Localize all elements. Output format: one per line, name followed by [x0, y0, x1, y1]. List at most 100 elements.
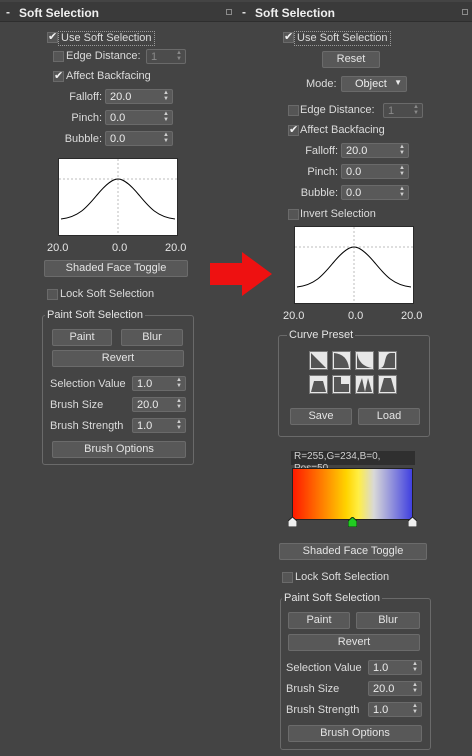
right-bubble-spinner[interactable]: 0.0 ▲ ▼	[341, 185, 409, 200]
spinner-arrows-icon[interactable]: ▲ ▼	[176, 50, 182, 62]
right-falloff-curve-icon	[295, 227, 413, 303]
spinner-arrows-icon[interactable]: ▲ ▼	[176, 419, 182, 431]
chevron-down-icon[interactable]: ▼	[394, 78, 402, 87]
right-paint-group-title: Paint Soft Selection	[282, 592, 383, 605]
right-lock-soft-selection-checkbox[interactable]	[282, 572, 293, 583]
right-mode-label: Mode:	[306, 78, 337, 90]
spinner-arrows-icon[interactable]: ▲ ▼	[163, 111, 169, 123]
right-brush-options-button[interactable]: Brush Options	[288, 725, 422, 742]
spinner-arrows-icon[interactable]: ▲ ▼	[399, 144, 405, 156]
right-mode-dropdown[interactable]: Object ▼	[341, 76, 407, 92]
left-brush-size-label: Brush Size	[50, 399, 104, 411]
left-brush-options-button[interactable]: Brush Options	[52, 441, 186, 458]
left-lock-soft-selection-checkbox[interactable]	[47, 289, 58, 300]
right-rollout-title[interactable]: Soft Selection	[255, 6, 335, 20]
left-shaded-face-toggle-button[interactable]: Shaded Face Toggle	[44, 260, 188, 277]
right-falloff-color-gradient[interactable]	[292, 468, 413, 520]
left-bubble-spinner[interactable]: 0.0 ▲ ▼	[105, 131, 173, 146]
right-pinch-label: Pinch:	[307, 166, 338, 178]
gradient-flag-left-icon[interactable]	[288, 517, 297, 527]
right-curve-load-button[interactable]: Load	[358, 408, 420, 425]
curve-preset-ramp-icon[interactable]	[378, 375, 397, 394]
left-brush-size-spinner[interactable]: 20.0 ▲ ▼	[132, 397, 186, 412]
curve-preset-convex-icon[interactable]	[332, 351, 351, 370]
right-rollout-header[interactable]: - Soft Selection	[236, 2, 472, 22]
left-rollout-title[interactable]: Soft Selection	[19, 6, 99, 20]
curve-preset-spike-icon[interactable]	[355, 375, 374, 394]
left-paint-button[interactable]: Paint	[52, 329, 112, 346]
left-collapse-sign[interactable]: -	[6, 5, 10, 19]
curve-preset-step-icon[interactable]	[332, 375, 351, 394]
spinner-arrows-icon[interactable]: ▲ ▼	[399, 186, 405, 198]
right-falloff-label: Falloff:	[305, 145, 338, 157]
right-edge-distance-spinner[interactable]: 1 ▲ ▼	[383, 103, 423, 118]
right-invert-selection-checkbox[interactable]	[288, 209, 299, 220]
left-selection-value-spinner[interactable]: 1.0 ▲ ▼	[132, 376, 186, 391]
right-curve-preset-title: Curve Preset	[287, 329, 356, 342]
right-brush-size-label: Brush Size	[286, 683, 340, 695]
right-selection-value-spinner[interactable]: 1.0 ▲ ▼	[368, 660, 422, 675]
curve-preset-linear-icon[interactable]	[309, 351, 328, 370]
left-use-soft-selection-checkbox[interactable]	[47, 30, 58, 43]
right-blur-button[interactable]: Blur	[356, 612, 420, 629]
right-lock-soft-selection-label: Lock Soft Selection	[295, 571, 390, 583]
spinner-arrows-icon[interactable]: ▲ ▼	[163, 90, 169, 102]
spinner-arrows-icon[interactable]: ▲ ▼	[163, 132, 169, 144]
right-curve-mid-tick: 0.0	[348, 310, 364, 322]
left-curve-left-tick: 20.0	[47, 242, 69, 254]
right-curve-save-button[interactable]: Save	[290, 408, 352, 425]
spinner-arrows-icon[interactable]: ▲ ▼	[399, 165, 405, 177]
spinner-arrows-icon[interactable]: ▲ ▼	[412, 661, 418, 673]
right-brush-strength-label: Brush Strength	[286, 704, 360, 716]
right-revert-button[interactable]: Revert	[288, 634, 420, 651]
right-use-soft-selection-label[interactable]: Use Soft Selection	[294, 31, 391, 46]
right-brush-strength-spinner[interactable]: 1.0 ▲ ▼	[368, 702, 422, 717]
spinner-arrows-icon[interactable]: ▲ ▼	[412, 682, 418, 694]
left-curve-right-tick: 20.0	[165, 242, 187, 254]
curve-preset-plateau-icon[interactable]	[309, 375, 328, 394]
right-shaded-face-toggle-button[interactable]: Shaded Face Toggle	[279, 543, 427, 560]
right-edge-distance-checkbox[interactable]	[288, 105, 299, 116]
right-curve-right-tick: 20.0	[401, 310, 423, 322]
right-affect-backfacing-checkbox[interactable]	[288, 123, 299, 136]
red-right-arrow-icon	[210, 252, 272, 296]
left-pinch-label: Pinch:	[71, 112, 102, 124]
right-edge-distance-label: Edge Distance:	[300, 104, 375, 116]
right-collapse-sign[interactable]: -	[242, 5, 246, 19]
left-blur-button[interactable]: Blur	[121, 329, 183, 346]
right-falloff-curve-graph	[294, 226, 414, 304]
left-falloff-curve-graph	[58, 158, 178, 236]
curve-preset-concave-icon[interactable]	[355, 351, 374, 370]
left-falloff-curve-icon	[59, 159, 177, 235]
left-edge-distance-spinner[interactable]: 1 ▲ ▼	[146, 49, 186, 64]
right-brush-size-spinner[interactable]: 20.0 ▲ ▼	[368, 681, 422, 696]
left-revert-button[interactable]: Revert	[52, 350, 184, 367]
spinner-arrows-icon[interactable]: ▲ ▼	[176, 398, 182, 410]
left-brush-strength-spinner[interactable]: 1.0 ▲ ▼	[132, 418, 186, 433]
right-reset-button[interactable]: Reset	[322, 51, 380, 68]
left-affect-backfacing-checkbox[interactable]	[53, 69, 64, 82]
left-lock-soft-selection-label: Lock Soft Selection	[60, 288, 155, 300]
left-falloff-spinner[interactable]: 20.0 ▲ ▼	[105, 89, 173, 104]
left-pinch-spinner[interactable]: 0.0 ▲ ▼	[105, 110, 173, 125]
spinner-arrows-icon[interactable]: ▲ ▼	[412, 703, 418, 715]
gradient-flag-middle-icon[interactable]	[348, 517, 357, 527]
right-use-soft-selection-checkbox[interactable]	[283, 30, 294, 43]
right-rollout-grip-icon[interactable]	[462, 9, 468, 15]
left-falloff-label: Falloff:	[69, 91, 102, 103]
curve-preset-smooth-icon[interactable]	[378, 351, 397, 370]
left-edge-distance-label: Edge Distance:	[66, 50, 141, 62]
right-falloff-spinner[interactable]: 20.0 ▲ ▼	[341, 143, 409, 158]
spinner-arrows-icon[interactable]: ▲ ▼	[413, 104, 419, 116]
left-rollout-header[interactable]: - Soft Selection	[0, 2, 236, 22]
left-rollout-grip-icon[interactable]	[226, 9, 232, 15]
left-brush-strength-label: Brush Strength	[50, 420, 124, 432]
gradient-flag-right-icon[interactable]	[408, 517, 417, 527]
right-pinch-spinner[interactable]: 0.0 ▲ ▼	[341, 164, 409, 179]
left-use-soft-selection-label[interactable]: Use Soft Selection	[58, 31, 155, 46]
right-paint-button[interactable]: Paint	[288, 612, 350, 629]
spinner-arrows-icon[interactable]: ▲ ▼	[176, 377, 182, 389]
left-edge-distance-checkbox[interactable]	[53, 51, 64, 62]
left-bubble-label: Bubble:	[64, 133, 102, 145]
left-selection-value-label: Selection Value	[50, 378, 126, 390]
